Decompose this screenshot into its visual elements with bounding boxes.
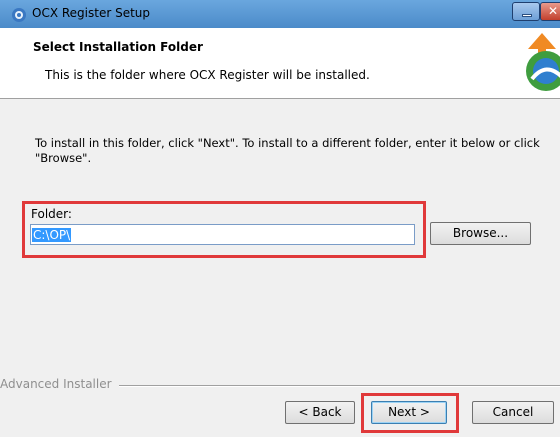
instructions-text: To install in this folder, click "Next".… bbox=[35, 136, 540, 165]
setup-app-icon bbox=[12, 8, 26, 22]
minimize-button[interactable] bbox=[512, 2, 540, 21]
advanced-installer-brand: Advanced Installer bbox=[0, 377, 112, 391]
window-title: OCX Register Setup bbox=[32, 6, 151, 20]
folder-input-value[interactable]: C:\OP\ bbox=[32, 228, 72, 242]
page-heading: Select Installation Folder bbox=[33, 40, 203, 54]
back-button[interactable]: < Back bbox=[285, 401, 355, 424]
folder-label: Folder: bbox=[31, 207, 72, 221]
page-subheading: This is the folder where OCX Register wi… bbox=[45, 68, 370, 82]
cancel-button[interactable]: Cancel bbox=[472, 401, 554, 424]
title-bar: OCX Register Setup ✕ bbox=[0, 0, 560, 28]
footer-divider bbox=[119, 385, 560, 387]
folder-highlight: Folder: C:\OP\ bbox=[22, 201, 426, 258]
installer-logo-icon bbox=[526, 33, 560, 91]
close-button[interactable]: ✕ bbox=[540, 2, 560, 21]
browse-button[interactable]: Browse... bbox=[430, 222, 531, 245]
folder-input[interactable] bbox=[30, 224, 415, 245]
next-button[interactable]: Next > bbox=[371, 401, 447, 424]
wizard-header: Select Installation Folder This is the f… bbox=[0, 28, 560, 99]
